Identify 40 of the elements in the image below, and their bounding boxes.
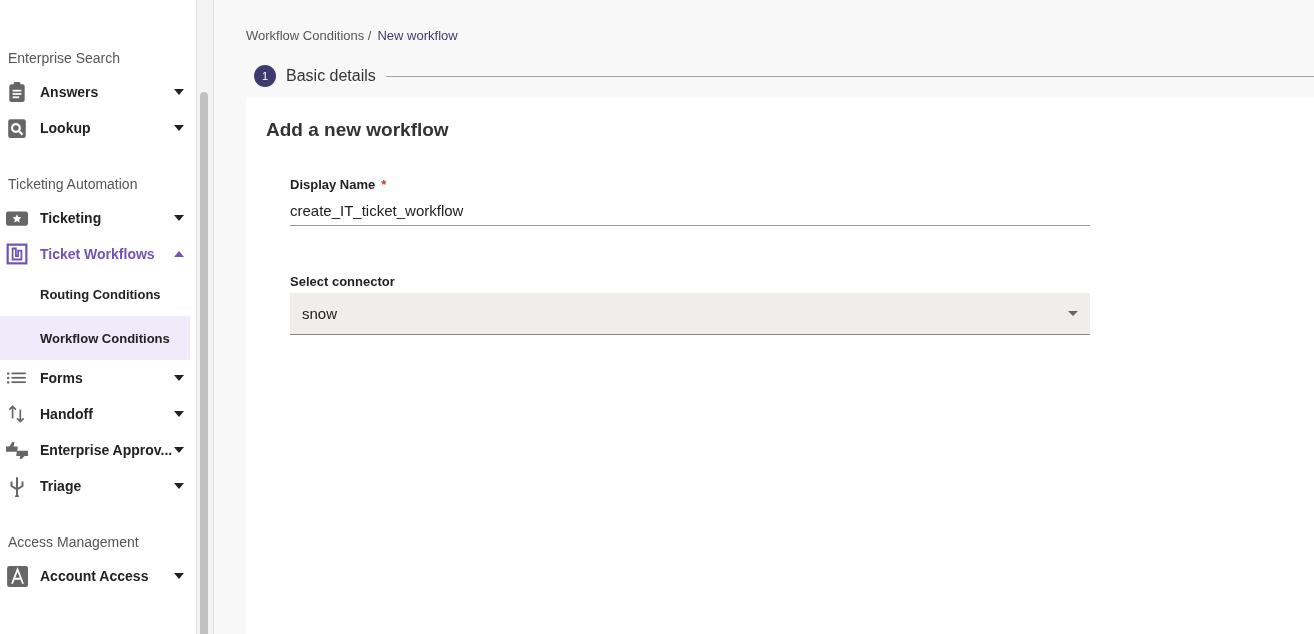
sidebar-item[interactable]: Enterprise Approv...	[0, 432, 196, 468]
submenu-item[interactable]: Workflow Conditions	[0, 316, 190, 360]
caret-icon[interactable]	[174, 573, 184, 579]
menu-item-icon	[6, 117, 28, 139]
sidebar-item[interactable]: Answers	[0, 74, 196, 110]
required-asterisk: *	[381, 177, 387, 192]
caret-icon[interactable]	[174, 375, 184, 381]
step-number: 1	[254, 65, 276, 87]
sidebar-item[interactable]: Triage	[0, 468, 196, 504]
menu-item-icon	[6, 243, 28, 265]
field-label: Select connector	[290, 274, 395, 289]
caret-icon[interactable]	[174, 447, 184, 453]
submenu-item[interactable]: Routing Conditions	[0, 272, 190, 316]
scrollbar-thumb[interactable]	[200, 92, 208, 634]
section-heading: Access Management	[7, 533, 140, 552]
sidebar-item[interactable]: Ticket Workflows	[0, 236, 196, 272]
dropdown-caret-icon	[1068, 311, 1078, 316]
caret-icon[interactable]	[174, 125, 184, 131]
text-field[interactable]: create_IT_ticket_workflow	[290, 192, 1090, 226]
caret-icon[interactable]	[174, 411, 184, 417]
scrollbar[interactable]	[196, 0, 214, 634]
menu-item-icon	[6, 81, 28, 103]
caret-icon[interactable]	[174, 89, 184, 95]
menu-item-icon	[6, 439, 28, 461]
step-label: Basic details	[286, 67, 376, 85]
sidebar-item[interactable]: Lookup	[0, 110, 196, 146]
section-heading: Enterprise Search	[7, 49, 122, 68]
select-field[interactable]: snow	[290, 293, 1090, 335]
sidebar-item[interactable]: Handoff	[0, 396, 196, 432]
sidebar-item[interactable]: Account Access	[0, 558, 196, 594]
section-heading: Ticketing Automation	[7, 175, 139, 194]
caret-icon[interactable]	[174, 215, 184, 221]
breadcrumb-item: New workflow	[377, 28, 458, 43]
caret-icon[interactable]	[174, 483, 184, 489]
breadcrumb-item[interactable]: Workflow Conditions /	[246, 28, 372, 43]
menu-item-icon	[6, 565, 28, 587]
sidebar-item[interactable]: Forms	[0, 360, 196, 396]
form-title: Add a new workflow	[266, 119, 450, 141]
field-label: Display Name	[290, 177, 376, 192]
sidebar-item[interactable]: Ticketing	[0, 200, 196, 236]
